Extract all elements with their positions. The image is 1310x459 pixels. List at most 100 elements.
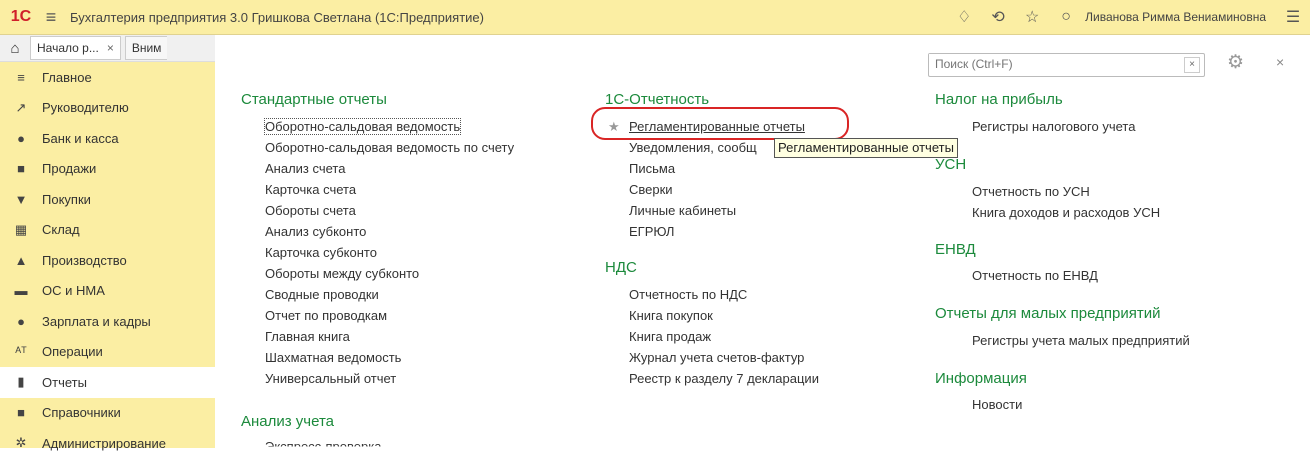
report-link[interactable]: Личные кабинеты xyxy=(629,203,736,218)
sidebar-item-label: Продажи xyxy=(42,161,97,177)
operations-icon: ᴬᵀ xyxy=(15,344,27,360)
report-link[interactable]: Анализ субконто xyxy=(265,224,366,239)
warehouse-icon: ▦ xyxy=(14,221,28,237)
user-name[interactable]: Ливанова Римма Вениаминовна xyxy=(1085,10,1266,24)
star-icon[interactable]: ★ xyxy=(608,119,620,135)
clear-search-icon[interactable]: × xyxy=(1184,57,1200,73)
gear-icon[interactable]: ⚙ xyxy=(1227,51,1244,74)
app-logo[interactable]: 1С xyxy=(4,0,38,34)
sidebar-item-production[interactable]: ▲ Производство xyxy=(0,245,215,276)
sidebar-item-main[interactable]: ≡ Главное xyxy=(0,62,215,93)
report-link[interactable]: Шахматная ведомость xyxy=(265,350,401,365)
report-link[interactable]: Экспресс-проверка xyxy=(265,439,381,447)
section-title: УСН xyxy=(935,156,967,173)
section-title: Отчеты для малых предприятий xyxy=(935,305,1161,322)
truck-icon: ▬ xyxy=(14,283,28,299)
sidebar-item-manager[interactable]: ↗ Руководителю xyxy=(0,93,215,124)
report-link[interactable]: Отчетность по НДС xyxy=(629,287,747,302)
sidebar-item-label: ОС и НМА xyxy=(42,283,105,299)
search-input[interactable] xyxy=(929,54,1181,74)
section-title: Налог на прибыль xyxy=(935,91,1063,108)
report-link[interactable]: Обороты счета xyxy=(265,203,356,218)
title-bar: 1С ≡ Бухгалтерия предприятия 3.0 Гришков… xyxy=(0,0,1310,35)
gear-icon: ✲ xyxy=(15,435,27,451)
report-link-regulated[interactable]: Регламентированные отчеты xyxy=(629,119,805,134)
sidebar-item-admin[interactable]: ✲ Администрирование xyxy=(0,428,215,459)
report-link[interactable]: Универсальный отчет xyxy=(265,371,396,386)
cart-icon: ▼ xyxy=(14,191,28,207)
search-box: × xyxy=(928,53,1205,77)
section-title: Стандартные отчеты xyxy=(241,91,387,108)
sidebar-item-bank[interactable]: ● Банк и касса xyxy=(0,123,215,154)
report-link[interactable]: Письма xyxy=(629,161,675,176)
close-icon[interactable]: × xyxy=(1276,54,1284,70)
sidebar-item-salary[interactable]: ● Зарплата и кадры xyxy=(0,306,215,337)
bag-icon: ■ xyxy=(17,161,25,177)
sidebar-item-sales[interactable]: ■ Продажи xyxy=(0,154,215,185)
section-title: Анализ учета xyxy=(241,413,335,430)
report-link[interactable]: Оборотно-сальдовая ведомость по счету xyxy=(265,140,514,155)
report-link[interactable]: Карточка субконто xyxy=(265,245,377,260)
sidebar-item-assets[interactable]: ▬ ОС и НМА xyxy=(0,276,215,307)
section-title: Информация xyxy=(935,370,1027,387)
sidebar-item-label: Банк и касса xyxy=(42,130,119,146)
report-link[interactable]: Отчетность по УСН xyxy=(972,184,1090,199)
report-link[interactable]: Книга покупок xyxy=(629,308,713,323)
report-link[interactable]: Отчет по проводкам xyxy=(265,308,387,323)
report-link[interactable]: Сверки xyxy=(629,182,673,197)
reports-panel: × ⚙ × Стандартные отчеты Оборотно-сальдо… xyxy=(215,35,1310,448)
tab-attention[interactable]: Вним xyxy=(124,36,168,60)
report-link[interactable]: Карточка счета xyxy=(265,182,356,197)
sidebar-item-purchases[interactable]: ▼ Покупки xyxy=(0,184,215,215)
report-link[interactable]: Регистры налогового учета xyxy=(972,119,1135,134)
sidebar-item-label: Главное xyxy=(42,69,92,85)
settings-menu-icon[interactable]: ☰ xyxy=(1276,7,1310,27)
sidebar-item-label: Операции xyxy=(42,344,103,360)
history-icon[interactable]: ⟲ xyxy=(981,7,1015,27)
tab-start-page[interactable]: Начало р... × xyxy=(30,36,121,60)
person-icon: ● xyxy=(17,313,25,329)
report-link[interactable]: Журнал учета счетов-фактур xyxy=(629,350,804,365)
section-title: ЕНВД xyxy=(935,241,976,258)
report-link[interactable]: Регистры учета малых предприятий xyxy=(972,333,1190,348)
report-link[interactable]: Анализ счета xyxy=(265,161,345,176)
report-link[interactable]: Сводные проводки xyxy=(265,287,379,302)
search-icon[interactable]: ○ xyxy=(1049,8,1083,26)
section-title: НДС xyxy=(605,259,637,276)
sidebar-item-label: Руководителю xyxy=(42,100,129,116)
home-icon[interactable]: ⌂ xyxy=(0,40,30,57)
list-icon: ≡ xyxy=(17,69,25,85)
sidebar-item-operations[interactable]: ᴬᵀ Операции xyxy=(0,337,215,368)
sidebar: ≡ Главное ↗ Руководителю ● Банк и касса ■ Пр… xyxy=(0,62,215,451)
tab-label: Начало р... xyxy=(37,41,99,55)
star-icon[interactable]: ☆ xyxy=(1015,7,1049,27)
tab-label: Вним xyxy=(131,41,162,55)
report-link[interactable]: Книга доходов и расходов УСН xyxy=(972,205,1160,220)
window-title: Бухгалтерия предприятия 3.0 Гришкова Све… xyxy=(70,9,484,25)
report-link[interactable]: Книга продаж xyxy=(629,329,711,344)
report-link[interactable]: Обороты между субконто xyxy=(265,266,419,281)
trend-icon: ↗ xyxy=(15,99,27,115)
sidebar-item-label: Справочники xyxy=(42,405,121,421)
report-link[interactable]: Главная книга xyxy=(265,329,350,344)
report-link[interactable]: Реестр к разделу 7 декларации xyxy=(629,371,819,386)
report-link[interactable]: ЕГРЮЛ xyxy=(629,224,674,239)
sidebar-item-directories[interactable]: ■ Справочники xyxy=(0,398,215,429)
bell-icon[interactable]: ♢ xyxy=(947,7,981,27)
sidebar-item-warehouse[interactable]: ▦ Склад xyxy=(0,215,215,246)
report-link[interactable]: Оборотно-сальдовая ведомость xyxy=(263,118,462,135)
sidebar-item-reports[interactable]: ▮ Отчеты xyxy=(0,367,215,398)
tabs-bar: ⌂ Начало р... × Вним xyxy=(0,35,215,62)
section-title: 1С-Отчетность xyxy=(605,91,710,108)
sidebar-item-label: Производство xyxy=(42,252,127,268)
report-link[interactable]: Уведомления, сообщ xyxy=(629,140,757,155)
report-link[interactable]: Новости xyxy=(972,397,1022,412)
report-link[interactable]: Отчетность по ЕНВД xyxy=(972,268,1098,283)
sidebar-item-label: Покупки xyxy=(42,191,91,207)
close-icon[interactable]: × xyxy=(107,41,114,55)
sidebar-item-label: Отчеты xyxy=(42,374,87,390)
coin-icon: ● xyxy=(17,130,25,146)
menu-icon[interactable]: ≡ xyxy=(38,7,64,28)
sidebar-item-label: Администрирование xyxy=(42,435,166,451)
factory-icon: ▲ xyxy=(14,252,28,268)
